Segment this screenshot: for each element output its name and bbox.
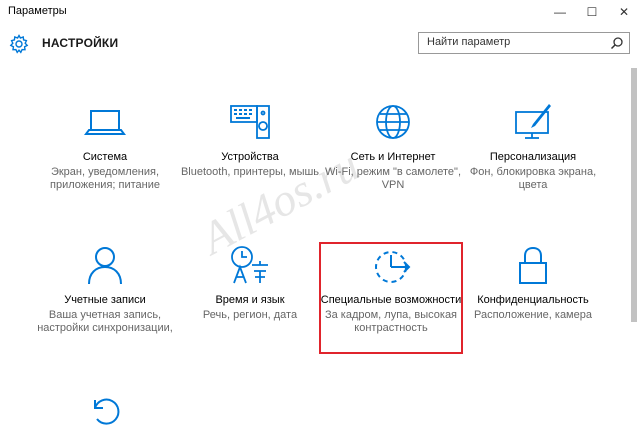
- laptop-icon: [84, 110, 126, 135]
- paint-monitor-icon: [515, 104, 551, 139]
- gear-icon: [9, 34, 29, 54]
- globe-icon: [376, 105, 410, 139]
- search-input[interactable]: [427, 36, 597, 48]
- selection-highlight: [319, 242, 463, 354]
- tile-update[interactable]: [30, 388, 180, 438]
- tile-title: Система: [82, 151, 128, 163]
- tile-title: Персонализация: [489, 151, 577, 163]
- settings-header: НАСТРОЙКИ: [0, 24, 640, 64]
- search-box[interactable]: [418, 32, 630, 54]
- tile-description: Bluetooth, принтеры, мышь: [180, 166, 320, 178]
- tile-title: Устройства: [221, 151, 279, 163]
- tile-title: Время и язык: [215, 294, 285, 306]
- lock-icon: [519, 246, 547, 284]
- tile-time-language[interactable]: Время и язык Речь, регион, дата: [175, 243, 325, 322]
- maximize-button[interactable]: ☐: [576, 0, 608, 24]
- person-icon: [88, 247, 122, 285]
- scrollbar[interactable]: [631, 68, 637, 322]
- minimize-button[interactable]: —: [544, 0, 576, 24]
- search-icon[interactable]: [610, 36, 624, 50]
- tile-title: Учетные записи: [64, 294, 146, 306]
- tile-description: Речь, регион, дата: [202, 309, 298, 321]
- tile-title: Сеть и Интернет: [350, 151, 436, 163]
- tile-privacy[interactable]: Конфиденциальность Расположение, камера: [458, 243, 608, 322]
- time-language-icon: [231, 246, 268, 284]
- page-title: НАСТРОЙКИ: [42, 36, 119, 50]
- tile-description: Wi-Fi, режим "в самолете", VPN: [324, 166, 462, 191]
- tile-accounts[interactable]: Учетные записи Ваша учетная запись, наст…: [30, 243, 180, 335]
- tile-system[interactable]: Система Экран, уведомления, приложения; …: [30, 100, 180, 192]
- tile-description: Экран, уведомления, приложения; питание: [50, 166, 160, 191]
- tile-network[interactable]: Сеть и Интернет Wi-Fi, режим "в самолете…: [318, 100, 468, 192]
- tile-description: Ваша учетная запись, настройки синхрониз…: [37, 309, 173, 334]
- keyboard-speaker-icon: [230, 105, 270, 139]
- title-bar: Параметры — ☐ ✕: [0, 0, 640, 24]
- tile-description: Фон, блокировка экрана, цвета: [469, 166, 597, 191]
- close-button[interactable]: ✕: [608, 0, 640, 24]
- tile-personalization[interactable]: Персонализация Фон, блокировка экрана, ц…: [458, 100, 608, 192]
- update-refresh-icon: [94, 398, 120, 425]
- tile-description: Расположение, камера: [474, 309, 592, 321]
- window-title: Параметры: [8, 5, 67, 17]
- tile-devices[interactable]: Устройства Bluetooth, принтеры, мышь: [175, 100, 325, 179]
- tile-title: Конфиденциальность: [477, 294, 589, 306]
